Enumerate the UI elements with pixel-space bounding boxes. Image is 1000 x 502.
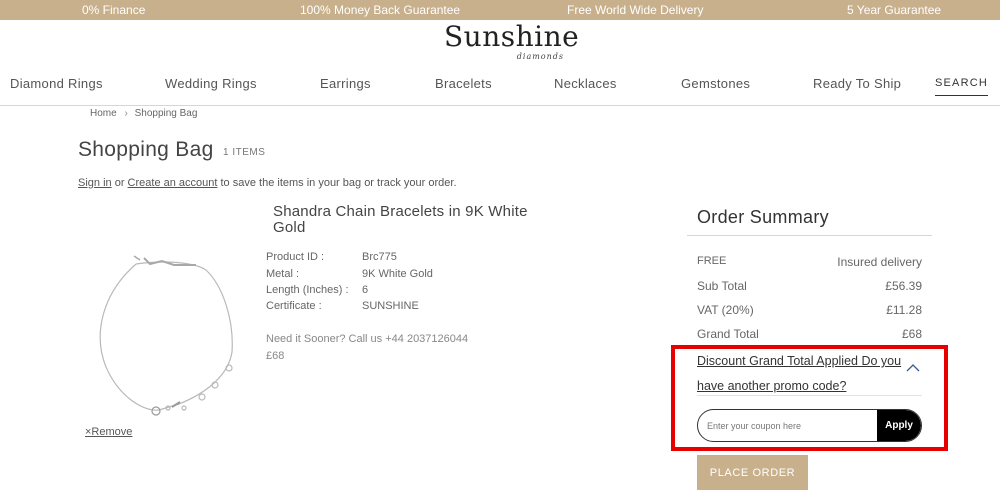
nav-wedding-rings[interactable]: Wedding Rings — [165, 76, 257, 91]
nav-earrings[interactable]: Earrings — [320, 76, 371, 91]
chevron-right-icon: › — [124, 108, 128, 119]
signin-suffix: to save the items in your bag or track y… — [220, 177, 457, 189]
coupon-input[interactable] — [698, 410, 878, 441]
spec-label-metal: Metal : — [266, 268, 300, 280]
remove-item-link[interactable]: ×Remove — [85, 426, 132, 438]
order-summary-title: Order Summary — [697, 207, 829, 227]
summary-value: £56.39 — [885, 279, 922, 293]
spec-label-certificate: Certificate : — [266, 300, 322, 312]
summary-label: Sub Total — [697, 279, 747, 293]
nav-gemstones[interactable]: Gemstones — [681, 76, 750, 91]
promo-delivery: Free World Wide Delivery — [567, 3, 704, 17]
promo-guarantee: 5 Year Guarantee — [847, 3, 942, 17]
signin-prompt: Sign in or Create an account to save the… — [78, 177, 457, 189]
promo-bar: 0% Finance 100% Money Back Guarantee Fre… — [0, 0, 1000, 20]
main-nav: Diamond Rings Wedding Rings Earrings Bra… — [0, 74, 1000, 106]
logo[interactable]: Sunshine diamonds — [444, 22, 579, 62]
product-price: £68 — [266, 350, 285, 362]
summary-value: £11.28 — [886, 303, 922, 317]
summary-value: £68 — [901, 327, 922, 341]
promo-money-back: 100% Money Back Guarantee — [300, 3, 461, 17]
nav-bracelets[interactable]: Bracelets — [435, 76, 492, 91]
logo-sub: diamonds — [516, 52, 564, 61]
nav-necklaces[interactable]: Necklaces — [554, 76, 617, 91]
search-link[interactable]: SEARCH — [934, 77, 988, 96]
spec-label-product-id: Product ID : — [266, 251, 325, 263]
summary-divider — [687, 235, 932, 236]
summary-label: FREE — [697, 255, 727, 267]
page-title: Shopping Bag — [78, 138, 214, 161]
spec-value-metal: 9K White Gold — [362, 268, 433, 280]
promo-divider — [697, 395, 922, 396]
breadcrumb-home[interactable]: Home — [90, 108, 117, 119]
or-text: or — [114, 177, 125, 189]
place-order-button[interactable]: PLACE ORDER — [697, 455, 808, 490]
summary-label: VAT (20%) — [697, 303, 754, 317]
create-account-link[interactable]: Create an account — [128, 177, 218, 189]
summary-label: Grand Total — [697, 327, 759, 341]
promo-code-toggle[interactable]: Discount Grand Total Applied Do you have… — [697, 349, 912, 399]
product-name[interactable]: Shandra Chain Bracelets in 9K White Gold — [273, 204, 543, 236]
breadcrumb: Home › Shopping Bag — [90, 108, 197, 119]
nav-ready-to-ship[interactable]: Ready To Ship — [813, 76, 901, 91]
promo-finance: 0% Finance — [82, 3, 146, 17]
nav-diamond-rings[interactable]: Diamond Rings — [10, 76, 103, 91]
spec-label-length: Length (Inches) : — [266, 284, 349, 296]
logo-word: Sunshine — [444, 20, 580, 53]
sign-in-link[interactable]: Sign in — [78, 177, 112, 189]
product-image[interactable] — [84, 242, 244, 422]
apply-coupon-button[interactable]: Apply — [877, 410, 921, 441]
spec-value-product-id: Brc775 — [362, 251, 397, 263]
chevron-up-icon[interactable] — [906, 363, 920, 373]
items-count: 1 ITEMS — [223, 147, 266, 158]
coupon-form: Apply — [697, 409, 922, 442]
summary-value: Insured delivery — [837, 255, 922, 269]
breadcrumb-current: Shopping Bag — [134, 108, 198, 119]
need-sooner-text: Need it Sooner? Call us +44 2037126044 — [266, 333, 469, 345]
spec-value-length: 6 — [362, 284, 369, 296]
spec-value-certificate: SUNSHINE — [362, 300, 419, 312]
